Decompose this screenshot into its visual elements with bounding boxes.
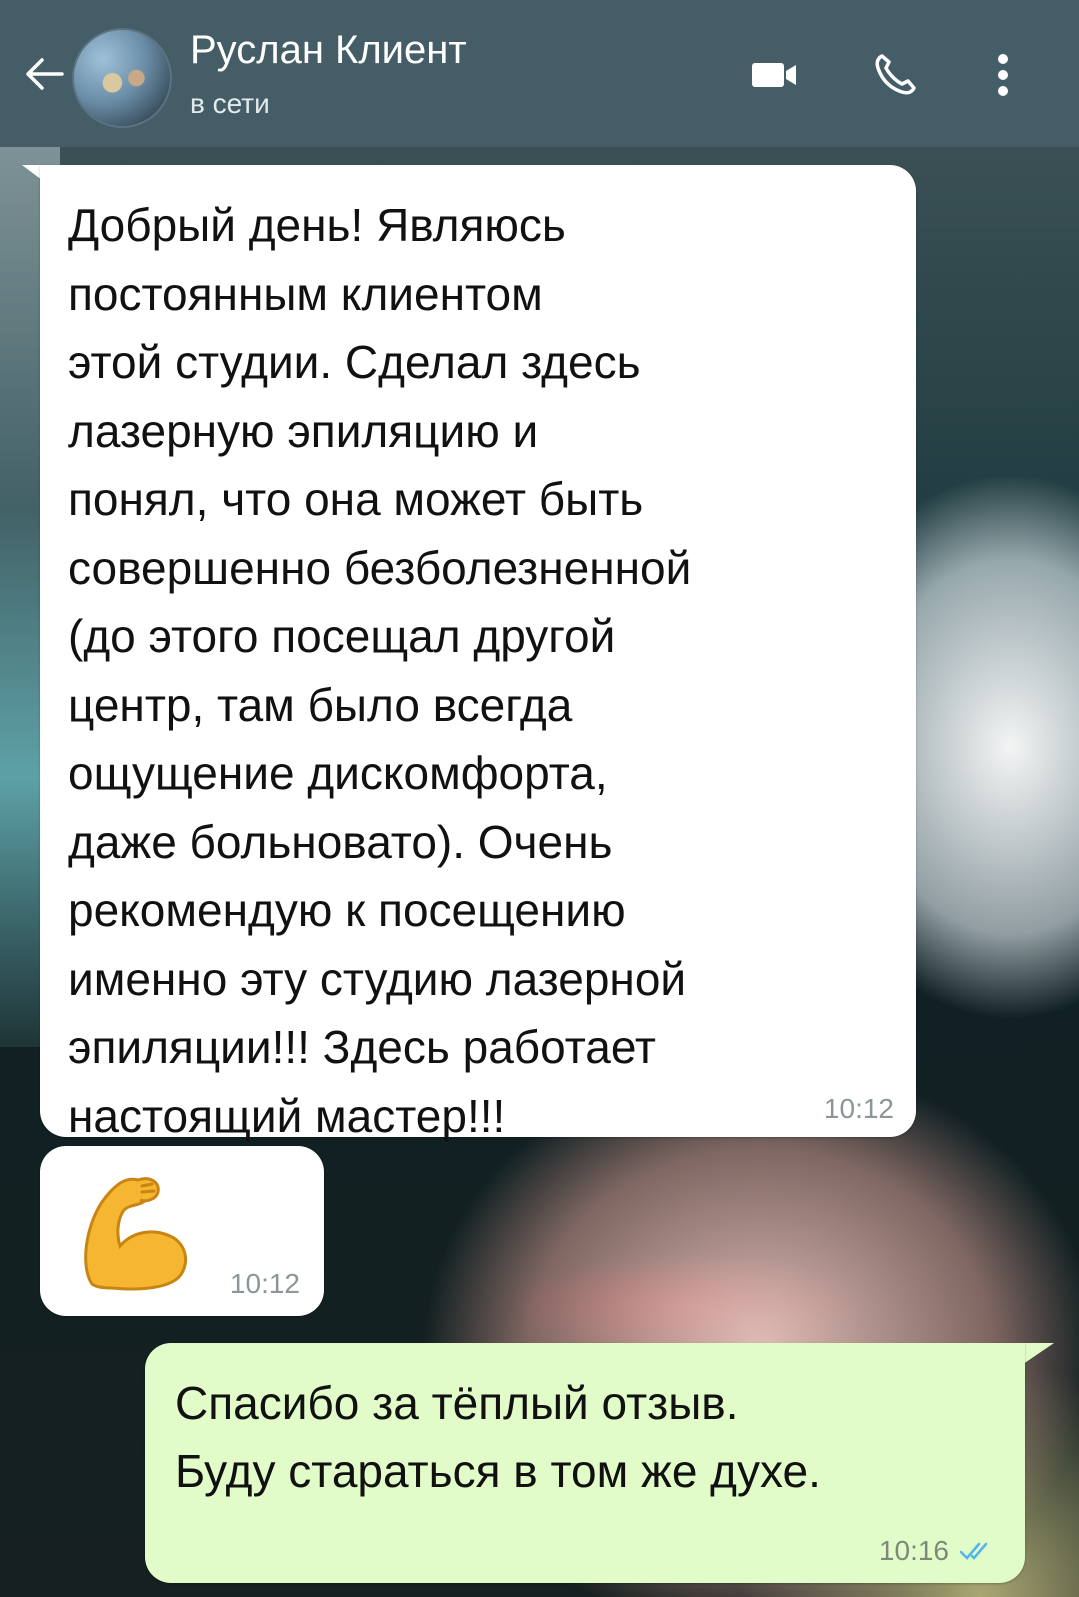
flexed-biceps-icon [84,1177,187,1291]
message-time: 10:12 [229,1268,300,1299]
incoming-message[interactable]: Добрый день! Являюсь постоянным клиентом… [40,165,916,1142]
message-text: Спасибо за тёплый отзыв. Буду стараться … [175,1377,821,1497]
more-vert-icon[interactable] [985,50,1021,100]
contact-avatar[interactable] [72,28,172,128]
message-text: Добрый день! Являюсь постоянным клиентом… [68,199,692,1142]
message-time: 10:16 [878,1535,949,1566]
contact-name[interactable]: Руслан Клиент [190,28,467,73]
video-call-icon[interactable] [745,50,805,100]
message-time: 10:12 [823,1093,894,1124]
contact-status: в сети [190,88,270,119]
phone-icon[interactable] [870,50,920,100]
double-check-icon [959,1542,988,1560]
chat-header: Руслан Клиент в сети [0,0,1079,147]
arrow-left-icon[interactable] [22,52,72,96]
message-meta: 10:16 [879,1535,993,1567]
outgoing-message[interactable]: Спасибо за тёплый отзыв. Буду стараться … [145,1343,1025,1583]
incoming-message[interactable]: 10:12 [40,1146,324,1316]
